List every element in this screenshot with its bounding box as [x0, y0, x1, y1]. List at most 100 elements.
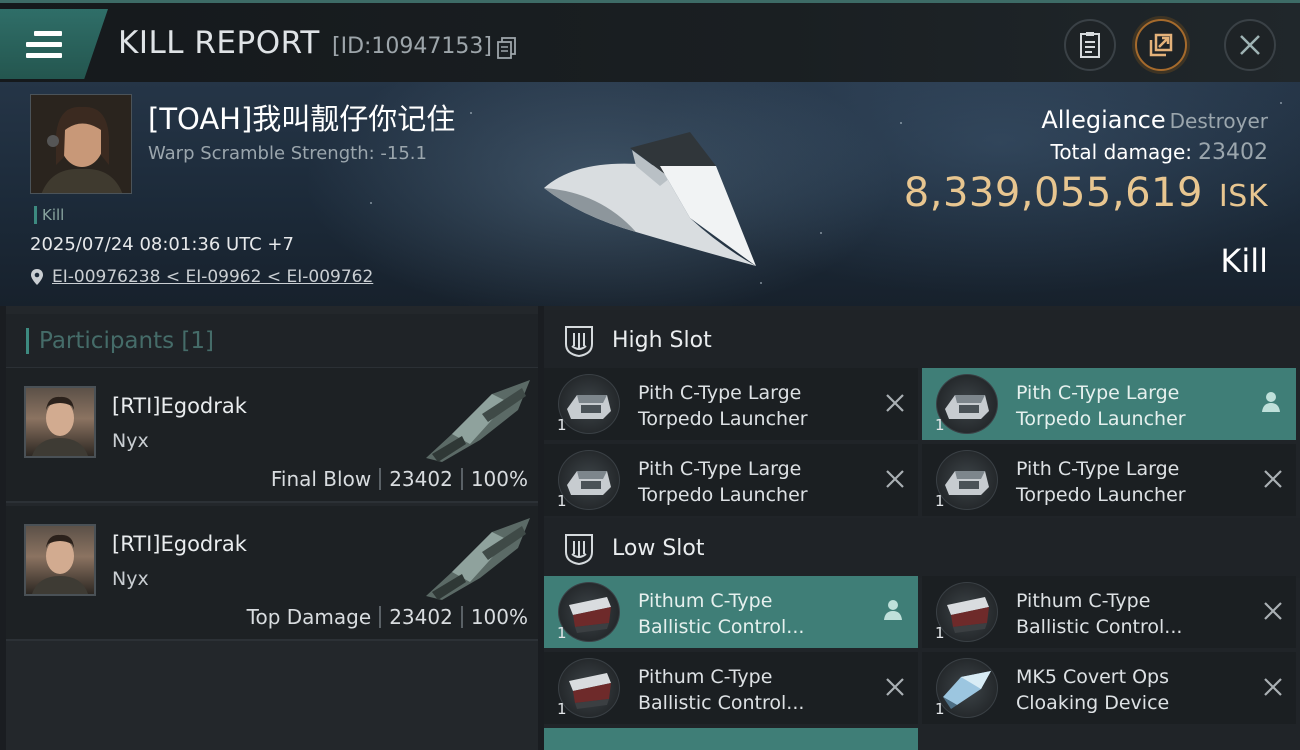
module-item[interactable]: 1 Pithum C-Type Ballistic Control...: [544, 576, 918, 648]
total-damage-label: Total damage:: [1050, 140, 1193, 164]
participant-damage: 23402: [389, 467, 453, 491]
participant-card[interactable]: [RTI]Egodrak Nyx Top Damage 23402 100%: [6, 506, 538, 641]
participant-ship: Nyx: [112, 568, 149, 590]
ballistic-control-icon: [558, 658, 620, 718]
cloaking-device-icon: [936, 658, 998, 718]
destroyed-icon: [1264, 678, 1282, 696]
ballistic-control-icon: [558, 582, 620, 642]
module-item[interactable]: 1 Pith C-Type Large Torpedo Launcher: [922, 444, 1296, 516]
module-item[interactable]: 1 Pithum C-Type Ballistic Control...: [922, 576, 1296, 648]
ballistic-control-icon: [936, 582, 998, 642]
low-slot-header: Low Slot: [544, 518, 1300, 578]
kill-tag: Kill: [34, 206, 64, 224]
isk-value: 8,339,055,619 ISK: [904, 170, 1268, 216]
location-pin-icon: [31, 269, 43, 285]
participants-panel: Participants [1] [RTI]Egodrak Nyx Final …: [6, 306, 538, 750]
module-name: MK5 Covert Ops Cloaking Device: [1016, 666, 1170, 714]
high-slot-header: High Slot: [544, 310, 1300, 370]
kill-location[interactable]: EI-00976238 < EI-09962 < EI-009762: [30, 267, 373, 287]
participant-ship: Nyx: [112, 430, 149, 452]
total-damage-value: 23402: [1198, 140, 1268, 165]
module-name: Pith C-Type Large Torpedo Launcher: [638, 458, 808, 506]
participant-stats: Top Damage 23402 100%: [247, 605, 528, 629]
module-name: Pithum C-Type Ballistic Control...: [638, 590, 805, 638]
participant-avatar: [24, 524, 96, 596]
clipboard-icon: [1080, 32, 1100, 58]
participant-name: [RTI]Egodrak: [112, 394, 247, 418]
participant-percent: 100%: [470, 467, 528, 491]
user-icon: [884, 600, 902, 620]
ship-name: Allegiance: [1041, 106, 1166, 134]
module-quantity: 1: [935, 624, 945, 642]
low-slot-icon: [565, 534, 593, 566]
kill-datetime: 2025/07/24 08:01:36 UTC +7: [30, 234, 294, 255]
module-item[interactable]: 1 Pith C-Type Large Torpedo Launcher: [922, 368, 1296, 440]
high-slot-icon: [565, 326, 593, 358]
victim-banner: [TOAH]我叫靓仔你记住 Warp Scramble Strength: -1…: [0, 82, 1300, 306]
participant-damage: 23402: [389, 605, 453, 629]
participant-stats: Final Blow 23402 100%: [271, 467, 528, 491]
ship-type: Destroyer: [1169, 109, 1268, 133]
victim-ship-image[interactable]: [540, 126, 770, 266]
module-quantity: 1: [557, 416, 567, 434]
torpedo-launcher-icon: [558, 450, 620, 510]
module-quantity: 1: [935, 492, 945, 510]
menu-button[interactable]: [0, 9, 108, 79]
participants-title: Participants [1]: [26, 328, 214, 354]
module-quantity: 1: [557, 700, 567, 718]
module-item[interactable]: 1 Pithum C-Type Ballistic Control...: [544, 652, 918, 724]
portrait-image: [31, 95, 131, 193]
module-quantity: 1: [935, 700, 945, 718]
module-quantity: 1: [557, 492, 567, 510]
torpedo-launcher-icon: [558, 374, 620, 434]
participant-percent: 100%: [470, 605, 528, 629]
close-icon: [1240, 35, 1260, 55]
victim-portrait[interactable]: [30, 94, 132, 194]
module-quantity: 1: [557, 624, 567, 642]
destroyed-icon: [1264, 470, 1282, 488]
share-icon: [1149, 33, 1173, 57]
participant-name: [RTI]Egodrak: [112, 532, 247, 556]
fitting-panel: High Slot 1 Pith C-Type Large Torpedo La…: [544, 306, 1300, 750]
menu-icon: [26, 31, 62, 61]
module-item[interactable]: 1 Pith C-Type Large Torpedo Launcher: [544, 368, 918, 440]
participant-ship-image: [426, 380, 530, 462]
clipboard-button[interactable]: [1064, 19, 1116, 71]
report-id: [ID:10947153]: [332, 34, 492, 59]
location-text: EI-00976238 < EI-09962 < EI-009762: [52, 267, 374, 287]
module-item[interactable]: 1 MK5 Covert Ops Cloaking Device: [922, 652, 1296, 724]
destroyed-icon: [886, 678, 904, 696]
isk-amount: 8,339,055,619: [903, 170, 1203, 216]
kill-result: Kill: [1220, 242, 1268, 280]
module-name: Pith C-Type Large Torpedo Launcher: [1016, 458, 1186, 506]
module-name: Pith C-Type Large Torpedo Launcher: [638, 382, 808, 430]
next-module-row[interactable]: [544, 728, 918, 750]
destroyed-icon: [886, 470, 904, 488]
module-item[interactable]: 1 Pith C-Type Large Torpedo Launcher: [544, 444, 918, 516]
module-name: Pithum C-Type Ballistic Control...: [1016, 590, 1183, 638]
copy-icon[interactable]: [497, 37, 517, 59]
module-name: Pith C-Type Large Torpedo Launcher: [1016, 382, 1186, 430]
module-name: Pithum C-Type Ballistic Control...: [638, 666, 805, 714]
high-slot-label: High Slot: [612, 328, 712, 353]
torpedo-launcher-icon: [936, 450, 998, 510]
destroyed-icon: [886, 394, 904, 412]
participant-ship-image: [426, 518, 530, 600]
total-damage: Total damage: 23402: [1051, 140, 1269, 165]
warp-scramble-strength: Warp Scramble Strength: -15.1: [148, 143, 427, 164]
participants-header[interactable]: Participants [1]: [6, 314, 538, 368]
victim-name: [TOAH]我叫靓仔你记住: [148, 102, 456, 136]
share-button[interactable]: [1135, 19, 1187, 71]
participant-role: Final Blow: [270, 467, 372, 491]
user-icon: [1262, 392, 1280, 412]
participant-role: Top Damage: [246, 605, 372, 629]
module-quantity: 1: [935, 416, 945, 434]
close-button[interactable]: [1224, 19, 1276, 71]
participant-card[interactable]: [RTI]Egodrak Nyx Final Blow 23402 100%: [6, 368, 538, 503]
ship-class: Allegiance Destroyer: [1041, 106, 1268, 134]
participant-avatar: [24, 386, 96, 458]
destroyed-icon: [1264, 602, 1282, 620]
page-title: KILL REPORT: [118, 25, 320, 61]
torpedo-launcher-icon: [936, 374, 998, 434]
isk-unit: ISK: [1218, 179, 1268, 214]
